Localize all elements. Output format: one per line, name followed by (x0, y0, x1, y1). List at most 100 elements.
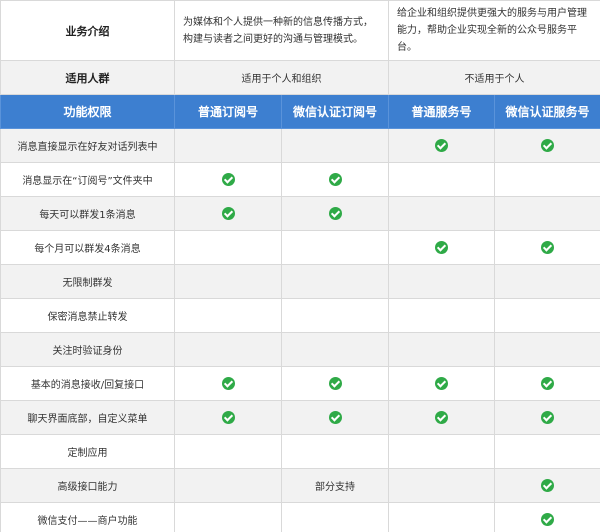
column-header-normal-service: 普通服务号 (388, 94, 495, 129)
feature-cell (281, 332, 389, 367)
feature-cell (494, 400, 600, 435)
intro-row: 业务介绍 为媒体和个人提供一种新的信息传播方式，构建与读者之间更好的沟通与管理模… (0, 0, 600, 61)
feature-row: 消息直接显示在好友对话列表中 (0, 128, 600, 163)
feature-name: 无限制群发 (0, 264, 175, 299)
feature-row: 每个月可以群发4条消息 (0, 230, 600, 265)
feature-cell (388, 434, 495, 469)
check-circle-icon (541, 411, 554, 424)
feature-cell (494, 366, 600, 401)
feature-cell (281, 400, 389, 435)
feature-cell (281, 162, 389, 197)
feature-cell (494, 264, 600, 299)
check-circle-icon (541, 139, 554, 152)
feature-cell (494, 434, 600, 469)
feature-cell (281, 502, 389, 532)
feature-row: 每天可以群发1条消息 (0, 196, 600, 231)
feature-cell (388, 366, 495, 401)
check-circle-icon (221, 377, 235, 390)
check-circle-icon (435, 377, 448, 390)
feature-cell (388, 502, 495, 532)
feature-cell (494, 230, 600, 265)
audience-label: 适用人群 (0, 60, 175, 95)
subscription-description: 为媒体和个人提供一种新的信息传播方式，构建与读者之间更好的沟通与管理模式。 (174, 0, 389, 61)
feature-row: 高级接口能力 部分支持 (0, 468, 600, 503)
feature-name: 微信支付——商户功能 (0, 502, 175, 532)
feature-cell (174, 332, 282, 367)
check-circle-icon (541, 377, 554, 390)
feature-cell (174, 230, 282, 265)
feature-cell (174, 264, 282, 299)
intro-label: 业务介绍 (0, 0, 175, 61)
check-circle-icon (541, 241, 554, 254)
column-header-verified-subscription: 微信认证订阅号 (281, 94, 389, 129)
check-circle-icon (541, 513, 554, 526)
header-row: 功能权限 普通订阅号 微信认证订阅号 普通服务号 微信认证服务号 (0, 94, 600, 129)
check-circle-icon (328, 411, 342, 424)
check-circle-icon (221, 411, 235, 424)
feature-cell (388, 468, 495, 503)
check-circle-icon (435, 411, 448, 424)
feature-cell (388, 400, 495, 435)
feature-name: 关注时验证身份 (0, 332, 175, 367)
feature-cell (281, 298, 389, 333)
feature-cell (388, 196, 495, 231)
feature-cell (281, 366, 389, 401)
feature-row: 无限制群发 (0, 264, 600, 299)
audience-row: 适用人群 适用于个人和组织 不适用于个人 (0, 60, 600, 95)
check-circle-icon (328, 377, 342, 390)
feature-name: 消息显示在“订阅号”文件夹中 (0, 162, 175, 197)
feature-cell (174, 400, 282, 435)
feature-cell (388, 332, 495, 367)
comparison-table: 业务介绍 为媒体和个人提供一种新的信息传播方式，构建与读者之间更好的沟通与管理模… (0, 0, 600, 532)
feature-cell (494, 196, 600, 231)
feature-name: 高级接口能力 (0, 468, 175, 503)
feature-cell (281, 264, 389, 299)
check-circle-icon (221, 207, 235, 220)
feature-cell (388, 128, 495, 163)
feature-row: 保密消息禁止转发 (0, 298, 600, 333)
check-circle-icon (221, 173, 235, 186)
feature-cell (281, 128, 389, 163)
feature-name: 每个月可以群发4条消息 (0, 230, 175, 265)
feature-cell (281, 434, 389, 469)
feature-cell (174, 298, 282, 333)
feature-cell (494, 332, 600, 367)
feature-row: 消息显示在“订阅号”文件夹中 (0, 162, 600, 197)
feature-name: 基本的消息接收/回复接口 (0, 366, 175, 401)
feature-name: 聊天界面底部，自定义菜单 (0, 400, 175, 435)
feature-cell (388, 230, 495, 265)
check-circle-icon (435, 241, 448, 254)
check-circle-icon (328, 207, 342, 220)
feature-cell (174, 128, 282, 163)
feature-cell: 部分支持 (281, 468, 389, 503)
subscription-audience: 适用于个人和组织 (174, 60, 389, 95)
feature-column-header: 功能权限 (0, 94, 175, 129)
feature-cell (174, 162, 282, 197)
check-circle-icon (541, 479, 554, 492)
feature-row: 基本的消息接收/回复接口 (0, 366, 600, 401)
feature-cell (494, 298, 600, 333)
feature-cell (174, 366, 282, 401)
check-circle-icon (328, 173, 342, 186)
feature-name: 消息直接显示在好友对话列表中 (0, 128, 175, 163)
service-description: 给企业和组织提供更强大的服务与用户管理能力，帮助企业实现全新的公众号服务平台。 (388, 0, 600, 61)
feature-row: 微信支付——商户功能 (0, 502, 600, 532)
feature-cell (388, 298, 495, 333)
feature-name: 每天可以群发1条消息 (0, 196, 175, 231)
check-circle-icon (435, 139, 448, 152)
feature-cell (281, 196, 389, 231)
feature-cell-text: 部分支持 (315, 482, 355, 493)
column-header-normal-subscription: 普通订阅号 (174, 94, 282, 129)
feature-cell (494, 128, 600, 163)
feature-row: 定制应用 (0, 434, 600, 469)
feature-cell (388, 264, 495, 299)
feature-cell (174, 434, 282, 469)
feature-name: 定制应用 (0, 434, 175, 469)
feature-row: 关注时验证身份 (0, 332, 600, 367)
feature-cell (494, 162, 600, 197)
feature-cell (174, 196, 282, 231)
column-header-verified-service: 微信认证服务号 (494, 94, 600, 129)
feature-cell (281, 230, 389, 265)
feature-row: 聊天界面底部，自定义菜单 (0, 400, 600, 435)
service-audience: 不适用于个人 (388, 60, 600, 95)
